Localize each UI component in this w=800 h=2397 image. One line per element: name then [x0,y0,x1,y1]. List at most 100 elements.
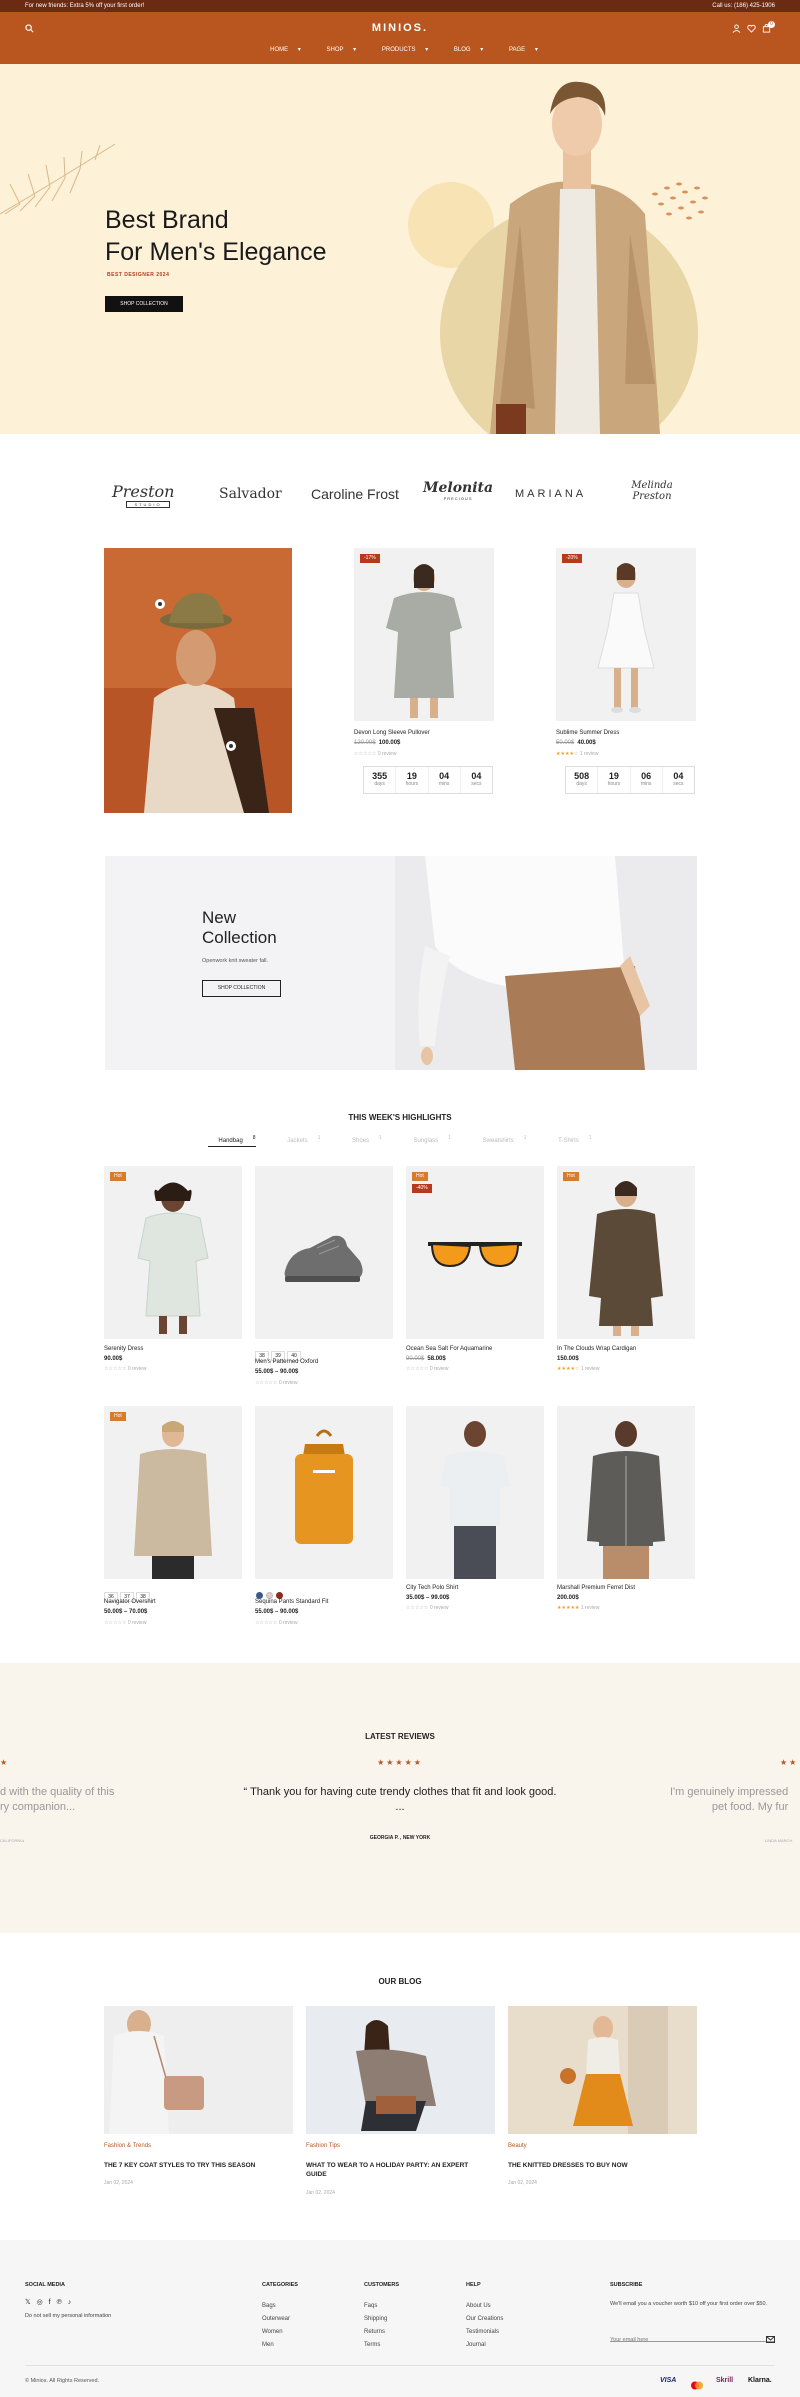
footer-link[interactable]: Shipping [364,2313,387,2326]
nav-page[interactable]: PAGE ▾ [501,47,538,53]
product-image-wrap-cardigan[interactable]: Hot [557,1166,695,1339]
blog-post-title[interactable]: THE KNITTED DRESSES TO BUY NOW [508,2161,688,2170]
collection-shop-button[interactable]: SHOP COLLECTION [202,980,281,997]
facebook-icon[interactable]: f [49,2299,51,2306]
footer-link[interactable]: Outerwear [262,2313,290,2326]
footer-link[interactable]: About Us [466,2300,503,2313]
product-name[interactable]: Sequina Pants Standard Fit [255,1599,328,1605]
product-name[interactable]: Marshall Premium Ferret Dist [557,1585,635,1591]
product-price: 200.00$ [557,1595,579,1601]
product-image-sublime-dress[interactable]: -20% [556,548,696,721]
blog-image-coat[interactable] [104,2006,293,2134]
tab-jackets[interactable]: Jackets 1 [277,1135,320,1144]
brand-logo-caroline-frost[interactable]: Caroline Frost [311,486,399,502]
account-icon[interactable] [732,24,741,35]
email-input[interactable] [610,2334,750,2346]
nav-home[interactable]: HOME ▾ [262,47,301,53]
footer-link[interactable]: Men [262,2339,290,2352]
brand-logo-salvador[interactable]: Salvador [219,486,282,502]
tab-count: 8 [252,1135,256,1141]
product-image-polo-shirt[interactable] [406,1406,544,1579]
product-rating: ★★★★☆ 1 review [557,1366,599,1372]
blog-category[interactable]: Fashion & Trends [104,2143,151,2149]
review-quote-prev[interactable]: d with the quality of this ry companion.… [0,1785,114,1815]
nav-blog[interactable]: BLOG ▾ [446,47,483,53]
tab-handbag[interactable]: Handbag 8 [208,1135,256,1147]
footer-help-title: HELP [466,2282,481,2288]
product-image-backpack[interactable] [255,1406,393,1579]
review-quote-next[interactable]: I'm genuinely impressed pet food. My fur [670,1785,788,1815]
product-image-ferret-dist-jacket[interactable] [557,1406,695,1579]
tab-tshirts[interactable]: T-Shirts 1 [548,1135,591,1144]
blog-illustration [104,2006,293,2134]
footer-link[interactable]: Women [262,2326,290,2339]
tab-label: Sunglass [413,1138,439,1144]
product-image-serenity-dress[interactable]: Hot [104,1166,242,1339]
collection-model-image [395,856,697,1070]
hero-banner: Best Brand For Men's Elegance BEST DESIG… [0,64,800,434]
product-image-devon-pullover[interactable]: -17% [354,548,494,721]
featured-image-hat-model[interactable] [104,548,292,813]
product-name[interactable]: Men's Patterned Oxford [255,1359,318,1365]
privacy-link[interactable]: Do not sell my personal information [25,2313,111,2319]
sale-price: 58.00$ [427,1356,446,1362]
product-image-navigator-overshirt[interactable]: Hot [104,1406,242,1579]
product-name[interactable]: Ocean Sea Salt For Aquamarine [406,1346,492,1352]
color-swatch-pink[interactable] [266,1592,273,1599]
x-icon[interactable]: 𝕏 [25,2299,31,2306]
footer-link[interactable]: Testimonials [466,2326,503,2339]
footer-link[interactable]: Bags [262,2300,290,2313]
wishlist-icon[interactable] [747,24,756,35]
product-image-patterned-oxford[interactable] [255,1166,393,1339]
nav-shop[interactable]: SHOP ▾ [318,47,356,53]
tiktok-icon[interactable]: ♪ [68,2299,72,2306]
blog-post-title[interactable]: THE 7 KEY COAT STYLES TO TRY THIS SEASON [104,2161,284,2170]
footer-subscribe-title: SUBSCRIBE [610,2282,643,2288]
product-name[interactable]: In The Clouds Wrap Cardigan [557,1346,636,1352]
tab-sweatshirts[interactable]: Sweatshirts 1 [473,1135,527,1144]
highlights-tabs: Handbag 8 Jackets 1 Shoes 1 Sunglass 1 Sweat… [0,1135,800,1147]
nav-label: HOME [270,47,289,53]
footer-link[interactable]: Faqs [364,2300,387,2313]
pinterest-icon[interactable]: ℗ [57,2299,62,2306]
brand-logo-mariana[interactable]: MARIANA [515,488,586,500]
stars: ☆☆☆☆☆ [406,1605,429,1611]
color-swatch-red[interactable] [276,1592,283,1599]
product-name[interactable]: Sublime Summer Dress [556,730,619,736]
timer-unit: mins [438,781,450,787]
send-mail-icon[interactable] [766,2330,775,2348]
hot-badge: Hot [563,1172,579,1181]
product-name[interactable]: Serenity Dress [104,1346,143,1352]
tab-shoes[interactable]: Shoes 1 [342,1135,382,1144]
brand-logo-preston[interactable]: Preston STUDIO [112,482,174,508]
collection-text: Openwork knit sweater fall. [202,958,269,964]
blog-category[interactable]: Fashion Tips [306,2143,340,2149]
blog-post-title[interactable]: WHAT TO WEAR TO A HOLIDAY PARTY: AN EXPE… [306,2161,486,2179]
brand-logo-melonita[interactable]: Melonita PRECIOUS [423,480,493,501]
instagram-icon[interactable]: ◎ [37,2299,43,2306]
blog-image-knitted-dress[interactable] [508,2006,697,2134]
color-swatch-blue[interactable] [256,1592,263,1599]
product-name[interactable]: City Tech Polo Shirt [406,1585,458,1591]
footer-link[interactable]: Returns [364,2326,387,2339]
footer-link[interactable]: Terms [364,2339,387,2352]
product-image-sunglasses[interactable]: Hot -40% [406,1166,544,1339]
blog-image-holiday[interactable] [306,2006,495,2134]
brand-logo-melinda-preston[interactable]: Melinda Preston [627,480,677,502]
hero-subtitle: BEST DESIGNER 2024 [107,272,170,278]
product-name[interactable]: Devon Long Sleeve Pullover [354,730,430,736]
blog-category[interactable]: Beauty [508,2143,527,2149]
site-logo[interactable]: MINIOS. [0,22,800,34]
blog-date: Jan 02, 2024 [104,2180,133,2186]
product-price: 55.00$ – 90.00$ [255,1609,299,1615]
footer-customers-list: Faqs Shipping Returns Terms [364,2300,387,2352]
tab-sunglass[interactable]: Sunglass 1 [404,1135,451,1144]
discount-badge: -20% [562,554,582,563]
copyright-text: © Minios. All Rights Reserved. [25,2378,100,2384]
footer-link[interactable]: Our Creations [466,2313,503,2326]
product-name[interactable]: Navigator Overshirt [104,1599,156,1605]
review-author-next: LINDA MARCH [765,1838,793,1843]
nav-products[interactable]: PRODUCTS ▾ [374,47,428,53]
footer-link[interactable]: Journal [466,2339,503,2352]
shop-collection-button[interactable]: SHOP COLLECTION [105,296,183,312]
